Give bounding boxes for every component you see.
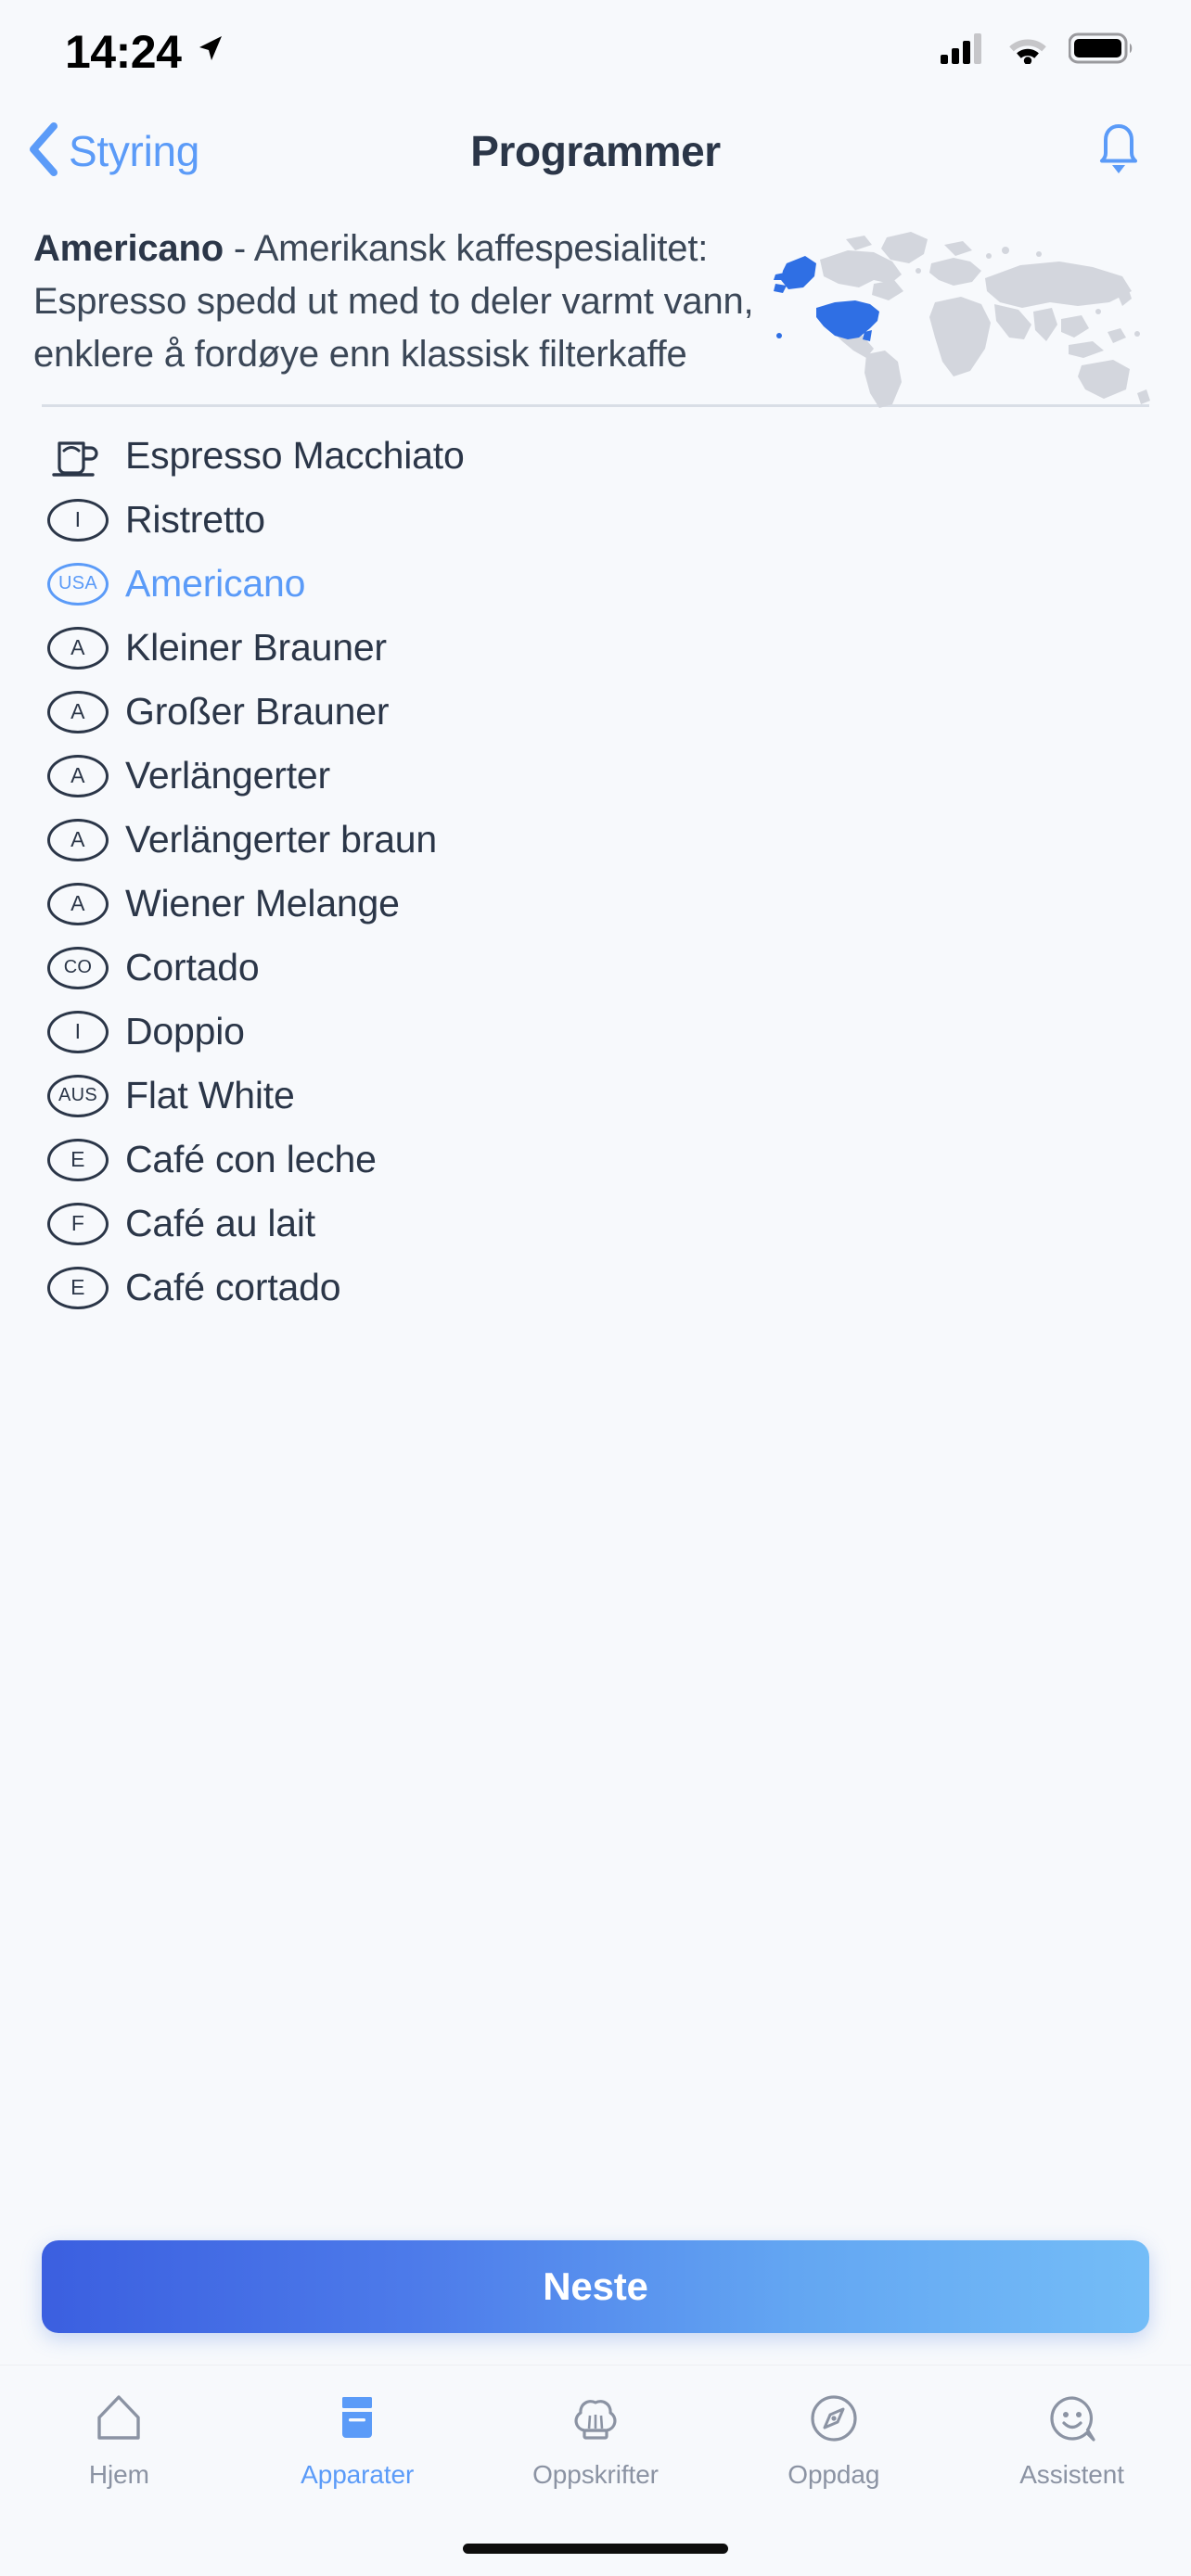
- country-code-label: AUS: [47, 1074, 109, 1117]
- list-item-label: Café con leche: [125, 1138, 377, 1180]
- home-indicator-area: [0, 2520, 1191, 2576]
- country-code-label: A: [47, 754, 109, 797]
- tab-oppskrifter[interactable]: Oppskrifter: [477, 2390, 715, 2490]
- country-code-label: CO: [47, 946, 109, 989]
- list-item-label: Wiener Melange: [125, 882, 400, 925]
- primary-action-area: Neste: [0, 2240, 1191, 2333]
- list-item[interactable]: Espresso Macchiato: [0, 424, 1191, 488]
- list-item[interactable]: A Kleiner Brauner: [0, 616, 1191, 680]
- country-code-label: E: [47, 1138, 109, 1181]
- tab-hjem[interactable]: Hjem: [0, 2390, 238, 2490]
- country-code-label: USA: [47, 562, 109, 606]
- country-code-label: A: [47, 818, 109, 861]
- country-badge-icon: CO: [42, 944, 114, 992]
- country-code-label: I: [47, 498, 109, 542]
- country-badge-icon: I: [42, 1008, 114, 1056]
- tab-assistent[interactable]: Assistent: [953, 2390, 1191, 2490]
- list-item[interactable]: I Ristretto: [0, 488, 1191, 552]
- home-icon: [90, 2390, 147, 2447]
- country-badge-icon: USA: [42, 560, 114, 608]
- cellular-signal-icon: [941, 32, 987, 69]
- country-badge-icon: A: [42, 752, 114, 800]
- tab-bar: Hjem Apparater Oppskrifter Oppdag Assistent: [0, 2365, 1191, 2520]
- cup-icon: [42, 432, 114, 480]
- app-screen: 14:24 Styring Programmer Americano - Ame…: [0, 0, 1191, 2576]
- list-item[interactable]: I Doppio: [0, 1000, 1191, 1064]
- recipe-description-section: Americano - Amerikansk kaffespesialitet:…: [0, 202, 1191, 408]
- chef-hat-icon: [567, 2390, 624, 2447]
- country-badge-icon: E: [42, 1264, 114, 1312]
- list-item[interactable]: A Großer Brauner: [0, 680, 1191, 744]
- wifi-icon: [1005, 32, 1050, 69]
- battery-full-icon: [1068, 32, 1133, 69]
- tab-label: Oppskrifter: [532, 2460, 659, 2489]
- country-badge-icon: A: [42, 816, 114, 864]
- list-item[interactable]: A Verlängerter: [0, 744, 1191, 808]
- list-item-label: Doppio: [125, 1010, 245, 1052]
- navigation-bar: Styring Programmer: [0, 100, 1191, 202]
- tab-label: Apparater: [301, 2460, 415, 2489]
- country-badge-icon: A: [42, 688, 114, 736]
- list-item-label: Kleiner Brauner: [125, 626, 387, 669]
- list-item-label: Americano: [125, 562, 306, 605]
- recipe-separator: -: [223, 228, 254, 269]
- country-badge-icon: F: [42, 1200, 114, 1248]
- location-arrow-icon: [194, 32, 225, 69]
- recipe-name: Americano: [33, 228, 224, 269]
- smiley-chat-icon: [1044, 2390, 1101, 2447]
- status-bar-left: 14:24: [65, 25, 225, 75]
- country-code-label: A: [47, 882, 109, 925]
- country-badge-icon: AUS: [42, 1072, 114, 1120]
- country-badge-icon: E: [42, 1136, 114, 1184]
- country-code-label: A: [47, 626, 109, 670]
- tab-oppdag[interactable]: Oppdag: [714, 2390, 953, 2490]
- country-code-label: E: [47, 1266, 109, 1309]
- tab-apparater[interactable]: Apparater: [238, 2390, 477, 2490]
- list-item-label: Espresso Macchiato: [125, 434, 465, 477]
- back-button-label: Styring: [69, 127, 200, 175]
- country-code-label: F: [47, 1202, 109, 1245]
- list-item[interactable]: A Wiener Melange: [0, 872, 1191, 936]
- bell-icon[interactable]: [1093, 121, 1145, 183]
- recipe-description: Americano - Amerikansk kaffespesialitet:…: [33, 223, 775, 380]
- tab-label: Hjem: [88, 2460, 149, 2489]
- compass-icon: [805, 2390, 863, 2447]
- list-item-label: Großer Brauner: [125, 690, 390, 733]
- world-map-usa-highlighted: [762, 223, 1171, 408]
- program-list: Espresso Macchiato I Ristretto USA Americano…: [0, 407, 1191, 2240]
- list-item[interactable]: E Café con leche: [0, 1128, 1191, 1192]
- country-badge-icon: A: [42, 624, 114, 672]
- tab-label: Assistent: [1019, 2460, 1124, 2489]
- country-badge-icon: I: [42, 496, 114, 544]
- status-bar-right: [941, 32, 1133, 69]
- chevron-left-icon: [24, 121, 63, 183]
- country-code-label: I: [47, 1010, 109, 1053]
- list-item[interactable]: AUS Flat White: [0, 1064, 1191, 1128]
- list-item-label: Flat White: [125, 1074, 295, 1116]
- list-item-label: Cortado: [125, 946, 260, 988]
- list-item[interactable]: E Café cortado: [0, 1256, 1191, 1320]
- list-item-label: Ristretto: [125, 498, 265, 541]
- list-item-label: Café cortado: [125, 1266, 341, 1308]
- home-indicator[interactable]: [463, 2543, 728, 2554]
- country-badge-icon: A: [42, 880, 114, 928]
- list-item[interactable]: CO Cortado: [0, 936, 1191, 1000]
- list-item-label: Verlängerter: [125, 754, 330, 797]
- list-item[interactable]: A Verlängerter braun: [0, 808, 1191, 872]
- tab-label: Oppdag: [788, 2460, 880, 2489]
- status-bar: 14:24: [0, 0, 1191, 100]
- back-button[interactable]: Styring: [24, 121, 199, 183]
- status-bar-clock: 14:24: [65, 26, 182, 78]
- list-item[interactable]: F Café au lait: [0, 1192, 1191, 1256]
- list-item-label: Verlängerter braun: [125, 818, 438, 861]
- country-code-label: A: [47, 690, 109, 733]
- appliance-icon: [328, 2390, 386, 2447]
- next-button[interactable]: Neste: [42, 2240, 1149, 2333]
- list-item[interactable]: USA Americano: [0, 552, 1191, 616]
- list-item-label: Café au lait: [125, 1202, 316, 1244]
